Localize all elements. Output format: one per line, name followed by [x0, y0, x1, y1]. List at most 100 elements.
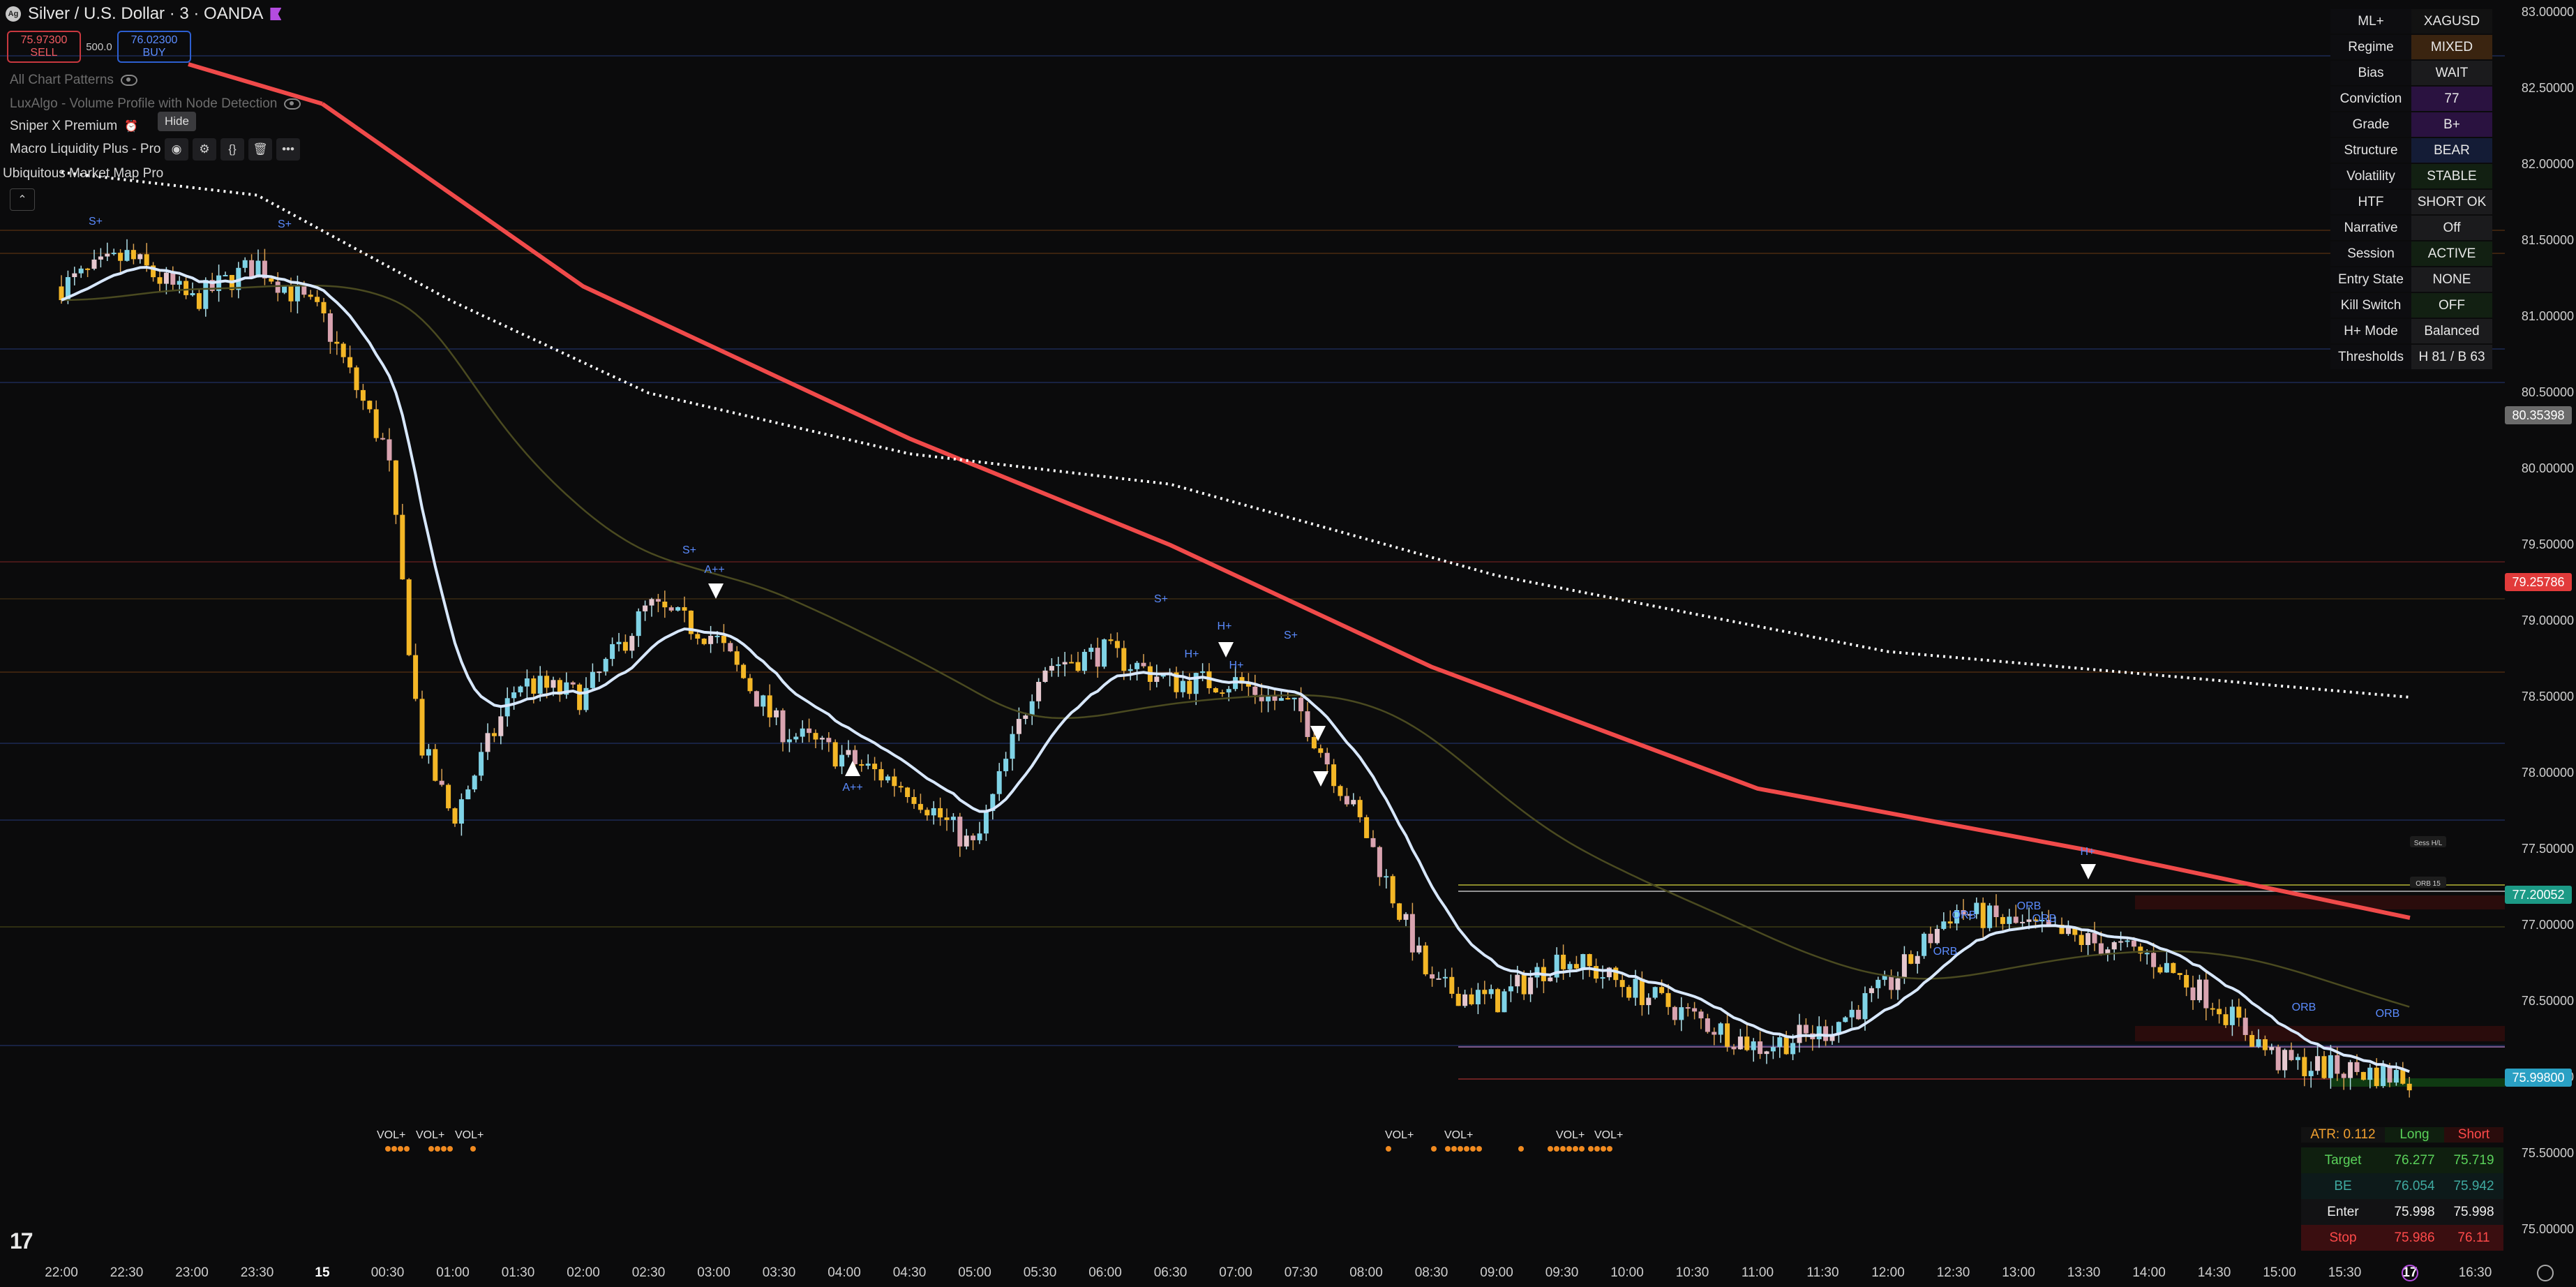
order-quantity[interactable]: 500.0 [85, 41, 113, 53]
candle-body [1187, 680, 1192, 694]
candle-body [1154, 676, 1160, 682]
source-code-icon[interactable]: {} [220, 138, 244, 161]
vol-dot [1579, 1146, 1585, 1152]
vol-dot [385, 1146, 391, 1152]
candle-body [2249, 1034, 2255, 1047]
settings-icon[interactable]: ⚙ [193, 138, 216, 161]
vol-dot [404, 1146, 410, 1152]
candle-body [1823, 1026, 1829, 1041]
trade-panel-header: ATR: 0.112 Long Short [2301, 1122, 2503, 1147]
more-icon[interactable]: ••• [276, 138, 300, 161]
candle-body [1193, 673, 1199, 694]
hidden-eye-icon[interactable] [120, 75, 137, 86]
candle-body [616, 641, 622, 644]
eye-icon[interactable]: ◉ [165, 138, 188, 161]
trade-level-label: Enter [2327, 1204, 2359, 1219]
candle-body [1135, 662, 1140, 669]
candle-body [1462, 994, 1468, 1006]
candle-body [1573, 964, 1579, 969]
candle-body [944, 817, 950, 820]
candle-body [1725, 1023, 1730, 1047]
candle-body [977, 833, 982, 840]
candle-body [878, 769, 884, 781]
time-tick: 01:00 [436, 1265, 470, 1280]
candle-body [1692, 1008, 1698, 1012]
trash-icon[interactable]: 🗑 [248, 138, 272, 161]
dashboard-key: Structure [2330, 138, 2411, 163]
candle-body [2131, 940, 2136, 947]
flag-icon[interactable] [270, 8, 282, 20]
vol-dot [1588, 1146, 1594, 1152]
candle-body [1344, 796, 1349, 805]
dashboard-row: H+ Mode Balanced [2330, 318, 2495, 344]
indicator-chart-patterns[interactable]: All Chart Patterns [10, 73, 137, 88]
candle-body [807, 728, 812, 734]
trade-level-label: Target [2324, 1152, 2362, 1168]
candle-body [479, 752, 484, 776]
dashboard-row: Narrative Off [2330, 215, 2495, 241]
candle-body [1875, 979, 1881, 988]
candle-body [1567, 964, 1573, 969]
alarm-icon[interactable]: ⏰ [124, 119, 138, 133]
candle-body [458, 799, 464, 824]
candle-body [1515, 974, 1520, 987]
indicator-macro[interactable]: Macro Liquidity Plus - Pro [10, 142, 160, 157]
vol-label: VOL+ [377, 1129, 406, 1141]
indicator-luxalgo[interactable]: LuxAlgo - Volume Profile with Node Detec… [10, 96, 301, 112]
candle-body [2217, 1009, 2222, 1015]
candle-body [491, 733, 497, 736]
signal-label: H+ [2081, 846, 2095, 858]
candle-body [1403, 914, 1409, 920]
candle-body [938, 808, 943, 818]
candle-body [1285, 698, 1291, 700]
indicator-label: LuxAlgo - Volume Profile with Node Detec… [10, 96, 278, 111]
tradingview-logo[interactable]: 17 [10, 1228, 33, 1254]
settings-gear-icon[interactable] [2537, 1265, 2554, 1281]
price-chart[interactable]: S+ S+S+A++A++S+H+H+H+S+H+ORBORBORBORBORBO… [0, 0, 2576, 1287]
price-tag: 79.25786 [2505, 572, 2572, 591]
candle-body [950, 817, 956, 820]
signal-label: S+ [1154, 593, 1168, 605]
indicator-sniper[interactable]: Sniper X Premium ⏰ [10, 119, 138, 134]
candle-body [2321, 1056, 2327, 1078]
candle-body [373, 409, 379, 438]
candle-body [124, 250, 130, 261]
vol-dot [1548, 1146, 1553, 1152]
vol-dot [1594, 1146, 1600, 1152]
time-tick: 05:00 [958, 1265, 991, 1280]
candle-body [2020, 921, 2025, 923]
hidden-eye-icon[interactable] [284, 98, 301, 110]
price-tick: 82.00000 [2521, 157, 2574, 171]
candle-body [1318, 748, 1324, 753]
candle-body [1042, 670, 1048, 682]
candle-body [859, 764, 864, 766]
candle-body [767, 695, 772, 717]
sell-signal-triangle [708, 583, 724, 599]
symbol-title[interactable]: Silver / U.S. Dollar · 3 · OANDA [28, 4, 263, 24]
time-tick: 06:00 [1088, 1265, 1122, 1280]
candle-body [91, 259, 97, 269]
trade-level-label: BE [2334, 1178, 2352, 1193]
candle-body [1639, 979, 1645, 1006]
symbol-header[interactable]: Ag Silver / U.S. Dollar · 3 · OANDA [6, 4, 282, 24]
sell-price: 75.97300 [20, 34, 68, 46]
price-tick: 79.50000 [2521, 537, 2574, 551]
candle-body [1626, 987, 1632, 998]
candle-body [2236, 1006, 2242, 1018]
candle-body [387, 439, 392, 461]
candle-body [2026, 919, 2032, 922]
candle-body [2374, 1067, 2379, 1087]
candle-body [1698, 1011, 1704, 1019]
buy-button[interactable]: 76.02300 BUY [117, 31, 191, 63]
vol-dot [391, 1146, 397, 1152]
vol-dot [428, 1146, 434, 1152]
indicator-ubiquitous[interactable]: Ubiquitous Market Map Pro [3, 166, 163, 181]
candle-body [2157, 967, 2163, 973]
lightning-icon[interactable] [2402, 1265, 2418, 1281]
sell-button[interactable]: 75.97300 SELL [7, 31, 81, 63]
candle-body [2348, 1062, 2353, 1078]
candle-body [118, 253, 123, 261]
ml-dashboard: ML+ XAGUSD Regime MIXED Bias WAIT Conviction 77… [2330, 8, 2495, 370]
collapse-legend-button[interactable]: ⌃ [10, 188, 35, 211]
price-tick: 75.00000 [2521, 1222, 2574, 1236]
